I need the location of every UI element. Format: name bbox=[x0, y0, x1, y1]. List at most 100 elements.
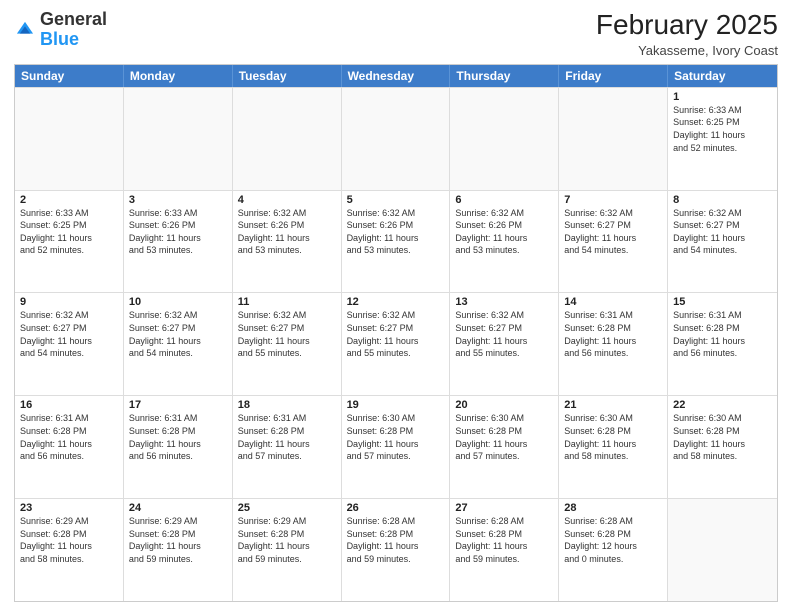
calendar-cell-4-2: 25Sunrise: 6:29 AM Sunset: 6:28 PM Dayli… bbox=[233, 499, 342, 601]
day-number: 10 bbox=[129, 296, 227, 308]
day-number: 9 bbox=[20, 296, 118, 308]
weekday-header-saturday: Saturday bbox=[668, 65, 777, 87]
day-info: Sunrise: 6:31 AM Sunset: 6:28 PM Dayligh… bbox=[238, 412, 336, 462]
day-info: Sunrise: 6:28 AM Sunset: 6:28 PM Dayligh… bbox=[564, 515, 662, 565]
day-number: 4 bbox=[238, 194, 336, 206]
calendar-cell-0-1 bbox=[124, 88, 233, 190]
calendar-cell-4-6 bbox=[668, 499, 777, 601]
title-block: February 2025 Yakasseme, Ivory Coast bbox=[596, 10, 778, 58]
calendar-cell-1-4: 6Sunrise: 6:32 AM Sunset: 6:26 PM Daylig… bbox=[450, 191, 559, 293]
calendar-cell-0-5 bbox=[559, 88, 668, 190]
calendar-row-0: 1Sunrise: 6:33 AM Sunset: 6:25 PM Daylig… bbox=[15, 87, 777, 190]
weekday-header-wednesday: Wednesday bbox=[342, 65, 451, 87]
day-info: Sunrise: 6:32 AM Sunset: 6:26 PM Dayligh… bbox=[455, 207, 553, 257]
calendar-header: SundayMondayTuesdayWednesdayThursdayFrid… bbox=[15, 65, 777, 87]
day-info: Sunrise: 6:32 AM Sunset: 6:27 PM Dayligh… bbox=[455, 309, 553, 359]
calendar-cell-3-3: 19Sunrise: 6:30 AM Sunset: 6:28 PM Dayli… bbox=[342, 396, 451, 498]
day-info: Sunrise: 6:28 AM Sunset: 6:28 PM Dayligh… bbox=[347, 515, 445, 565]
calendar-body: 1Sunrise: 6:33 AM Sunset: 6:25 PM Daylig… bbox=[15, 87, 777, 601]
calendar-cell-2-4: 13Sunrise: 6:32 AM Sunset: 6:27 PM Dayli… bbox=[450, 293, 559, 395]
calendar-cell-2-2: 11Sunrise: 6:32 AM Sunset: 6:27 PM Dayli… bbox=[233, 293, 342, 395]
day-number: 5 bbox=[347, 194, 445, 206]
day-info: Sunrise: 6:32 AM Sunset: 6:27 PM Dayligh… bbox=[347, 309, 445, 359]
day-info: Sunrise: 6:33 AM Sunset: 6:25 PM Dayligh… bbox=[673, 104, 772, 154]
calendar-cell-0-3 bbox=[342, 88, 451, 190]
day-number: 24 bbox=[129, 502, 227, 514]
calendar-cell-4-3: 26Sunrise: 6:28 AM Sunset: 6:28 PM Dayli… bbox=[342, 499, 451, 601]
day-number: 23 bbox=[20, 502, 118, 514]
day-number: 27 bbox=[455, 502, 553, 514]
day-info: Sunrise: 6:29 AM Sunset: 6:28 PM Dayligh… bbox=[129, 515, 227, 565]
calendar-row-3: 16Sunrise: 6:31 AM Sunset: 6:28 PM Dayli… bbox=[15, 395, 777, 498]
day-number: 3 bbox=[129, 194, 227, 206]
calendar-cell-4-5: 28Sunrise: 6:28 AM Sunset: 6:28 PM Dayli… bbox=[559, 499, 668, 601]
day-info: Sunrise: 6:32 AM Sunset: 6:27 PM Dayligh… bbox=[673, 207, 772, 257]
day-number: 21 bbox=[564, 399, 662, 411]
location: Yakasseme, Ivory Coast bbox=[596, 43, 778, 58]
calendar-cell-0-2 bbox=[233, 88, 342, 190]
calendar-cell-4-0: 23Sunrise: 6:29 AM Sunset: 6:28 PM Dayli… bbox=[15, 499, 124, 601]
header: General Blue February 2025 Yakasseme, Iv… bbox=[14, 10, 778, 58]
day-number: 7 bbox=[564, 194, 662, 206]
day-info: Sunrise: 6:29 AM Sunset: 6:28 PM Dayligh… bbox=[238, 515, 336, 565]
day-number: 16 bbox=[20, 399, 118, 411]
page: General Blue February 2025 Yakasseme, Iv… bbox=[0, 0, 792, 612]
day-number: 8 bbox=[673, 194, 772, 206]
calendar-cell-1-0: 2Sunrise: 6:33 AM Sunset: 6:25 PM Daylig… bbox=[15, 191, 124, 293]
day-info: Sunrise: 6:30 AM Sunset: 6:28 PM Dayligh… bbox=[347, 412, 445, 462]
day-info: Sunrise: 6:31 AM Sunset: 6:28 PM Dayligh… bbox=[673, 309, 772, 359]
calendar-cell-4-4: 27Sunrise: 6:28 AM Sunset: 6:28 PM Dayli… bbox=[450, 499, 559, 601]
day-info: Sunrise: 6:30 AM Sunset: 6:28 PM Dayligh… bbox=[455, 412, 553, 462]
calendar-row-4: 23Sunrise: 6:29 AM Sunset: 6:28 PM Dayli… bbox=[15, 498, 777, 601]
calendar-cell-3-1: 17Sunrise: 6:31 AM Sunset: 6:28 PM Dayli… bbox=[124, 396, 233, 498]
day-info: Sunrise: 6:29 AM Sunset: 6:28 PM Dayligh… bbox=[20, 515, 118, 565]
logo-icon bbox=[14, 19, 36, 41]
calendar-cell-1-5: 7Sunrise: 6:32 AM Sunset: 6:27 PM Daylig… bbox=[559, 191, 668, 293]
logo-blue-text: Blue bbox=[40, 29, 79, 49]
calendar-cell-3-5: 21Sunrise: 6:30 AM Sunset: 6:28 PM Dayli… bbox=[559, 396, 668, 498]
calendar-cell-2-3: 12Sunrise: 6:32 AM Sunset: 6:27 PM Dayli… bbox=[342, 293, 451, 395]
weekday-header-monday: Monday bbox=[124, 65, 233, 87]
day-info: Sunrise: 6:32 AM Sunset: 6:27 PM Dayligh… bbox=[129, 309, 227, 359]
calendar-cell-0-6: 1Sunrise: 6:33 AM Sunset: 6:25 PM Daylig… bbox=[668, 88, 777, 190]
calendar-cell-2-1: 10Sunrise: 6:32 AM Sunset: 6:27 PM Dayli… bbox=[124, 293, 233, 395]
day-number: 11 bbox=[238, 296, 336, 308]
calendar-cell-4-1: 24Sunrise: 6:29 AM Sunset: 6:28 PM Dayli… bbox=[124, 499, 233, 601]
day-info: Sunrise: 6:33 AM Sunset: 6:25 PM Dayligh… bbox=[20, 207, 118, 257]
day-number: 13 bbox=[455, 296, 553, 308]
calendar-cell-1-6: 8Sunrise: 6:32 AM Sunset: 6:27 PM Daylig… bbox=[668, 191, 777, 293]
logo: General Blue bbox=[14, 10, 107, 50]
day-info: Sunrise: 6:32 AM Sunset: 6:26 PM Dayligh… bbox=[347, 207, 445, 257]
calendar-cell-3-0: 16Sunrise: 6:31 AM Sunset: 6:28 PM Dayli… bbox=[15, 396, 124, 498]
day-number: 19 bbox=[347, 399, 445, 411]
day-info: Sunrise: 6:30 AM Sunset: 6:28 PM Dayligh… bbox=[673, 412, 772, 462]
day-info: Sunrise: 6:30 AM Sunset: 6:28 PM Dayligh… bbox=[564, 412, 662, 462]
day-number: 12 bbox=[347, 296, 445, 308]
calendar-cell-3-2: 18Sunrise: 6:31 AM Sunset: 6:28 PM Dayli… bbox=[233, 396, 342, 498]
weekday-header-sunday: Sunday bbox=[15, 65, 124, 87]
day-info: Sunrise: 6:32 AM Sunset: 6:27 PM Dayligh… bbox=[564, 207, 662, 257]
day-info: Sunrise: 6:32 AM Sunset: 6:27 PM Dayligh… bbox=[20, 309, 118, 359]
calendar-cell-3-6: 22Sunrise: 6:30 AM Sunset: 6:28 PM Dayli… bbox=[668, 396, 777, 498]
calendar-cell-0-4 bbox=[450, 88, 559, 190]
day-number: 22 bbox=[673, 399, 772, 411]
day-number: 18 bbox=[238, 399, 336, 411]
day-number: 15 bbox=[673, 296, 772, 308]
weekday-header-tuesday: Tuesday bbox=[233, 65, 342, 87]
day-info: Sunrise: 6:32 AM Sunset: 6:26 PM Dayligh… bbox=[238, 207, 336, 257]
calendar-cell-1-1: 3Sunrise: 6:33 AM Sunset: 6:26 PM Daylig… bbox=[124, 191, 233, 293]
calendar-cell-1-3: 5Sunrise: 6:32 AM Sunset: 6:26 PM Daylig… bbox=[342, 191, 451, 293]
day-number: 20 bbox=[455, 399, 553, 411]
day-number: 2 bbox=[20, 194, 118, 206]
weekday-header-friday: Friday bbox=[559, 65, 668, 87]
day-info: Sunrise: 6:32 AM Sunset: 6:27 PM Dayligh… bbox=[238, 309, 336, 359]
day-number: 26 bbox=[347, 502, 445, 514]
calendar: SundayMondayTuesdayWednesdayThursdayFrid… bbox=[14, 64, 778, 602]
day-number: 14 bbox=[564, 296, 662, 308]
calendar-cell-0-0 bbox=[15, 88, 124, 190]
day-number: 28 bbox=[564, 502, 662, 514]
day-info: Sunrise: 6:28 AM Sunset: 6:28 PM Dayligh… bbox=[455, 515, 553, 565]
day-info: Sunrise: 6:31 AM Sunset: 6:28 PM Dayligh… bbox=[20, 412, 118, 462]
day-info: Sunrise: 6:33 AM Sunset: 6:26 PM Dayligh… bbox=[129, 207, 227, 257]
day-number: 6 bbox=[455, 194, 553, 206]
